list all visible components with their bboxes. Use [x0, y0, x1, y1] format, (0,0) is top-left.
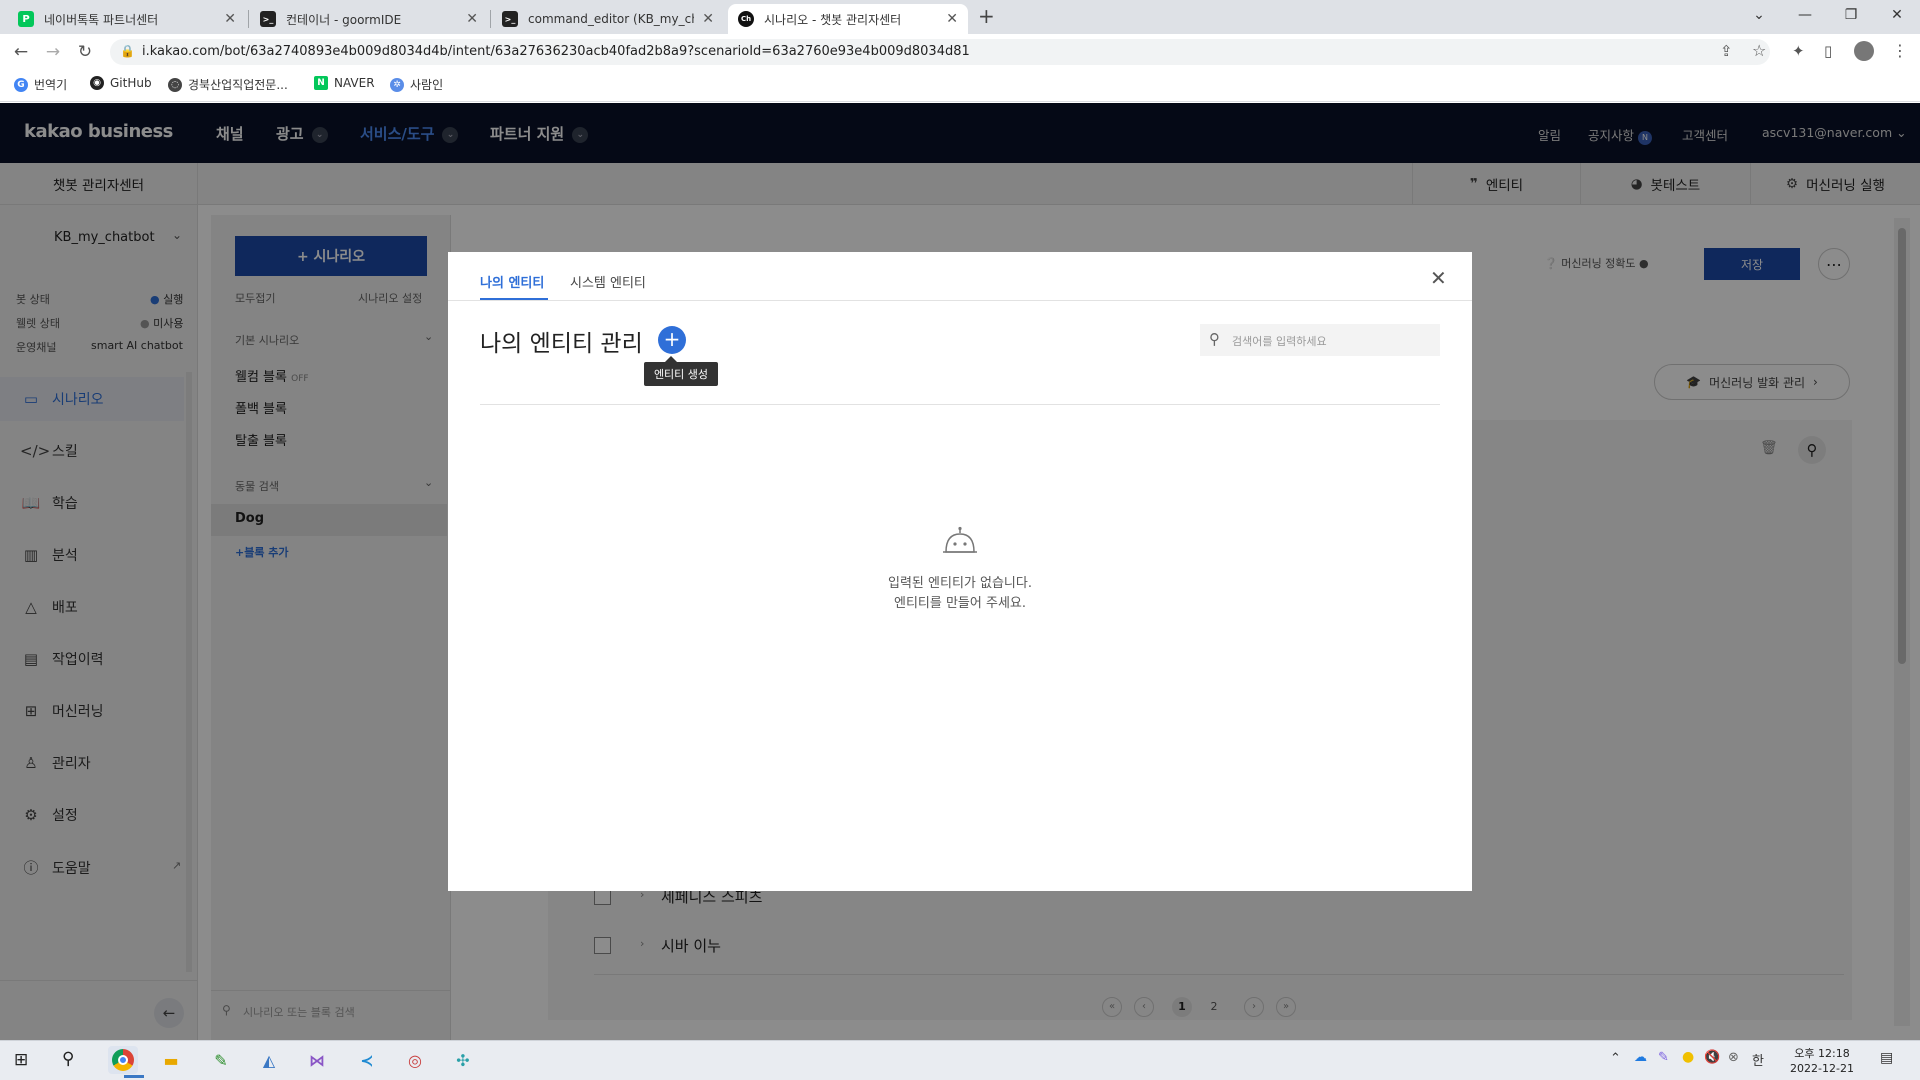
chevron-up-icon[interactable]: ⌃	[1610, 1051, 1621, 1066]
bookmark-translator[interactable]: G 번역기	[14, 76, 67, 93]
empty-message-1: 입력된 엔티티가 없습니다.	[888, 576, 1032, 591]
speaker-muted-icon[interactable]: 🔇	[1704, 1050, 1720, 1065]
minimize-icon[interactable]: —	[1782, 0, 1828, 30]
close-icon[interactable]: ✕	[1430, 266, 1447, 290]
file-explorer-icon[interactable]: ▬	[156, 1046, 186, 1074]
tab-title: 시나리오 - 챗봇 관리자센터	[764, 12, 902, 27]
empty-message-2: 엔티티를 만들어 주세요.	[894, 596, 1026, 611]
new-tab-icon[interactable]: +	[978, 4, 995, 28]
close-icon[interactable]: ✕	[702, 11, 714, 27]
url-text[interactable]: i.kakao.com/bot/63a2740893e4b009d8034d4b…	[142, 44, 970, 59]
reload-icon[interactable]: ↻	[74, 42, 96, 62]
tab-title: 컨테이너 - goormIDE	[286, 12, 402, 27]
profile-avatar[interactable]	[1854, 41, 1874, 61]
cloud-icon[interactable]: ☁	[1634, 1050, 1647, 1065]
notepad-icon[interactable]: ✎	[206, 1046, 236, 1074]
close-icon[interactable]: ✕	[946, 11, 958, 27]
visual-studio-icon[interactable]: ⋈	[302, 1046, 332, 1074]
tab-search-icon[interactable]: ⌄	[1736, 0, 1782, 30]
bookmarks-bar	[0, 70, 1920, 102]
tab-my-entity[interactable]: 나의 엔티티	[480, 272, 544, 291]
tab-title: command_editor (KB_my_chatbo	[528, 12, 694, 26]
extensions-icon[interactable]: ✦	[1792, 42, 1805, 60]
vscode-icon[interactable]: ≺	[352, 1046, 382, 1074]
browser-tab-3[interactable]: >_ command_editor (KB_my_chatbo ✕	[492, 4, 724, 34]
tool-app-icon[interactable]: ✣	[448, 1046, 478, 1074]
share-icon[interactable]: ⇪	[1720, 42, 1733, 60]
tab-title: 네이버톡톡 파트너센터	[44, 12, 159, 27]
side-panel-icon[interactable]: ▯	[1824, 42, 1832, 60]
active-app-indicator	[124, 1075, 144, 1078]
bookmark-saramin[interactable]: ✲ 사람인	[390, 76, 443, 93]
robot-icon	[942, 526, 978, 558]
browser-tab-2[interactable]: >_ 컨테이너 - goormIDE ✕	[250, 4, 488, 34]
app-icon[interactable]: ◎	[400, 1046, 430, 1074]
tooltip: 엔티티 생성	[644, 362, 718, 386]
windows-taskbar	[0, 1040, 1920, 1080]
terminal-icon: >_	[502, 11, 518, 27]
forward-icon[interactable]: →	[42, 42, 64, 62]
close-icon[interactable]: ✕	[466, 11, 478, 27]
ime-indicator[interactable]: 한	[1752, 1050, 1764, 1069]
restore-icon[interactable]: ❐	[1828, 0, 1874, 30]
kakaotalk-icon[interactable]: ●	[1682, 1049, 1694, 1065]
browser-tab-1[interactable]: P 네이버톡톡 파트너센터 ✕	[8, 4, 246, 34]
close-icon[interactable]: ✕	[224, 11, 236, 27]
terminal-icon: >_	[260, 11, 276, 27]
notification-icon[interactable]: ▤	[1880, 1050, 1893, 1066]
lock-icon[interactable]: 🔒	[120, 44, 135, 58]
chatbot-icon: Ch	[738, 11, 754, 27]
modal-title: 나의 엔티티 관리	[480, 331, 643, 357]
pen-icon[interactable]: ✎	[1658, 1050, 1669, 1065]
network-icon[interactable]: ⊗	[1728, 1050, 1739, 1065]
clock-time[interactable]: 오후 12:18	[1792, 1045, 1852, 1061]
tab-system-entity[interactable]: 시스템 엔티티	[570, 272, 646, 291]
search-icon[interactable]: ⚲	[62, 1049, 74, 1069]
bookmark-github[interactable]: ◉ GitHub	[90, 76, 152, 90]
clock-date[interactable]: 2022-12-21	[1788, 1062, 1856, 1075]
browser-tab-4-active[interactable]: Ch 시나리오 - 챗봇 관리자센터 ✕	[728, 4, 968, 34]
tooltip-arrow	[665, 356, 677, 362]
search-placeholder: 검색어를 입력하세요	[1232, 335, 1327, 348]
menu-icon[interactable]: ⋮	[1892, 41, 1908, 60]
bookmark-naver[interactable]: N NAVER	[314, 76, 375, 90]
add-entity-button[interactable]: +	[658, 326, 686, 354]
chrome-icon[interactable]	[108, 1046, 138, 1074]
bookmark-school[interactable]: ◌ 경북산업직업전문...	[168, 76, 288, 93]
back-icon[interactable]: ←	[10, 42, 32, 62]
close-window-icon[interactable]: ✕	[1874, 0, 1920, 30]
star-icon[interactable]: ☆	[1752, 41, 1766, 60]
edit-app-icon[interactable]: ◭	[254, 1046, 284, 1074]
naver-talk-icon: P	[18, 11, 34, 27]
windows-start-icon[interactable]: ⊞	[14, 1050, 28, 1070]
search-icon: ⚲	[1209, 330, 1220, 348]
